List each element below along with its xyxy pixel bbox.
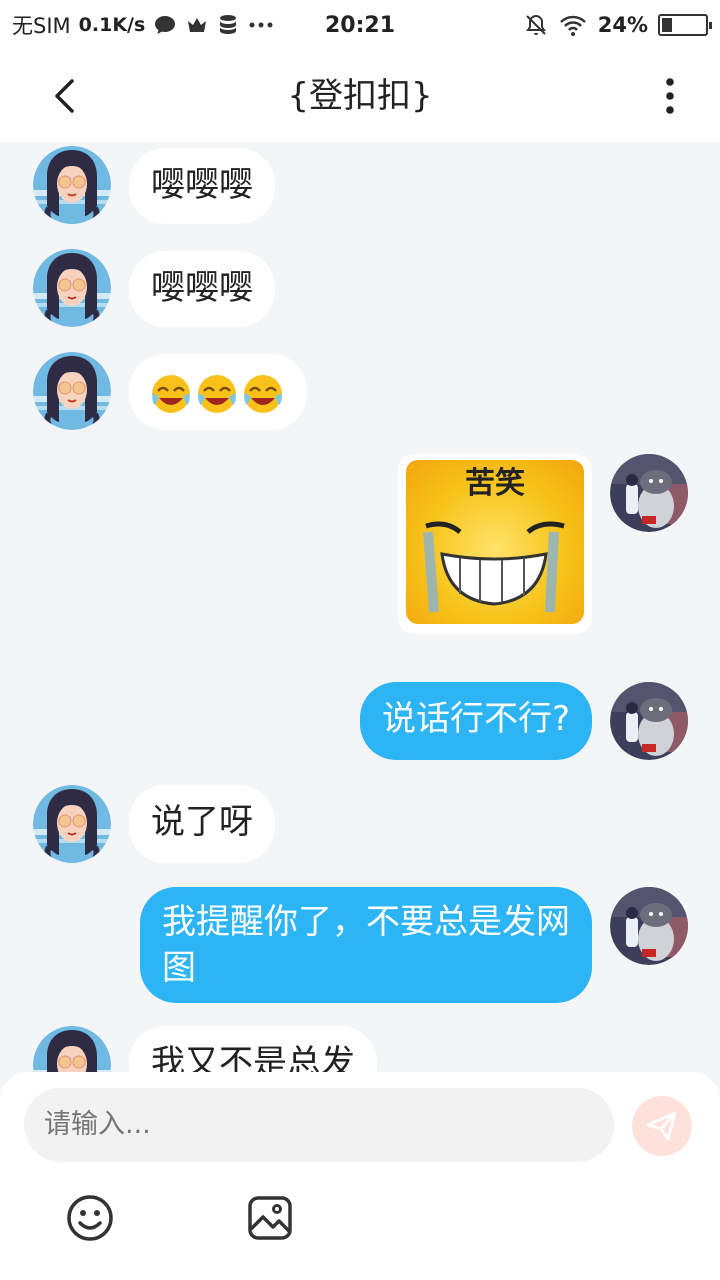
contact-avatar[interactable]: [33, 1026, 111, 1072]
crying-laugh-emoji-icon: [195, 371, 239, 415]
message-bubble[interactable]: 说话行不行?: [359, 682, 592, 760]
more-notifications-icon: [249, 13, 273, 37]
emoji-button[interactable]: [66, 1194, 114, 1242]
crying-laugh-emoji-icon: [241, 371, 285, 415]
emoji-message-bubble[interactable]: [129, 354, 307, 430]
battery-icon: [658, 14, 712, 36]
contact-avatar[interactable]: [33, 785, 111, 863]
message-bubble[interactable]: 嘤嘤嘤: [129, 148, 275, 224]
more-options-button[interactable]: [646, 72, 694, 120]
input-panel: [0, 1072, 720, 1280]
message-bubble[interactable]: 嘤嘤嘤: [129, 251, 275, 327]
my-avatar[interactable]: [610, 682, 688, 760]
network-speed: 0.1K/s: [78, 14, 146, 36]
contact-avatar[interactable]: [33, 249, 111, 327]
chevron-left-icon: [55, 79, 74, 113]
message-outgoing: 我提醒你了，不要总是发网图: [140, 887, 688, 1003]
data-icon: [217, 13, 241, 37]
crying-laugh-emoji-icon: [149, 371, 193, 415]
status-bar: 无SIM 0.1K/s 20:21 24%: [0, 0, 720, 50]
contact-avatar[interactable]: [33, 146, 111, 224]
my-avatar[interactable]: [610, 887, 688, 965]
message-incoming: 我又不是总发: [33, 1026, 377, 1072]
message-bubble[interactable]: 我提醒你了，不要总是发网图: [140, 887, 592, 1003]
image-button[interactable]: [246, 1194, 294, 1242]
back-button[interactable]: [40, 72, 88, 120]
more-vertical-icon: [666, 78, 674, 114]
message-icon: [153, 13, 177, 37]
message-incoming: [33, 352, 307, 430]
message-bubble[interactable]: 说了呀: [129, 785, 275, 863]
message-bubble[interactable]: 我又不是总发: [129, 1026, 377, 1072]
smiley-icon: [67, 1195, 113, 1241]
wifi-icon: [558, 13, 588, 37]
message-incoming: 说了呀: [33, 785, 275, 863]
image-icon: [248, 1196, 292, 1240]
crying-laugh-face-icon: [423, 521, 565, 613]
message-incoming: 嘤嘤嘤: [33, 249, 275, 327]
message-input[interactable]: [24, 1088, 614, 1162]
send-button[interactable]: [632, 1096, 692, 1156]
mute-icon: [524, 13, 548, 37]
my-avatar[interactable]: [610, 454, 688, 532]
chat-message-list[interactable]: 嘤嘤嘤 嘤嘤嘤 苦笑 说话行不行? 说了呀 我提醒你了，不要总是发网图 我又不是…: [0, 142, 720, 1072]
message-outgoing: 说话行不行?: [359, 682, 688, 760]
sticker-image[interactable]: 苦笑: [398, 454, 592, 634]
crown-icon: [185, 13, 209, 37]
message-outgoing: 苦笑: [398, 454, 688, 634]
chat-header: {登扣扣}: [0, 50, 720, 142]
chat-title: {登扣扣}: [287, 76, 433, 116]
send-icon: [646, 1111, 677, 1141]
contact-avatar[interactable]: [33, 352, 111, 430]
carrier-label: 无SIM: [12, 14, 71, 38]
battery-percent: 24%: [597, 13, 648, 37]
message-incoming: 嘤嘤嘤: [33, 146, 275, 224]
